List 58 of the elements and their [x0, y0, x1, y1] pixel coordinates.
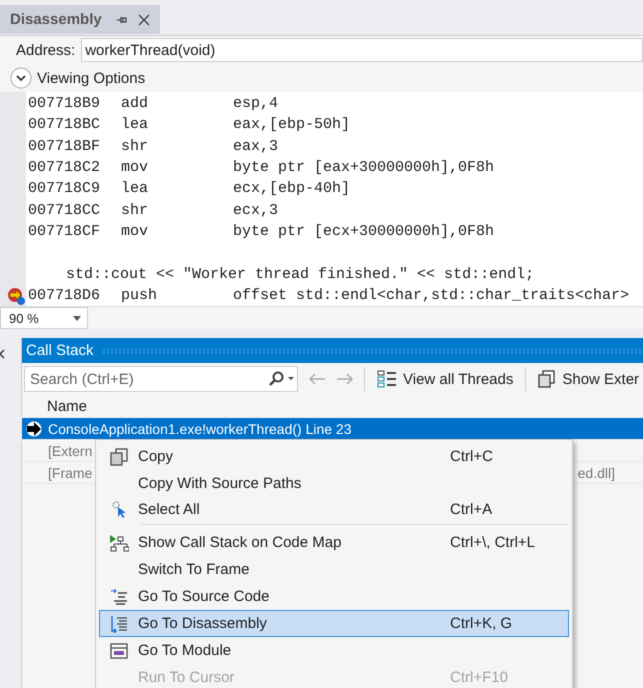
toolbar-button[interactable]: View all Threads [375, 370, 516, 388]
viewing-options-label[interactable]: Viewing Options [37, 70, 146, 86]
instruction-mnemonic: push [121, 286, 158, 304]
instruction-address: 007718CC [28, 202, 102, 219]
menu-item[interactable]: Go To Source Code [99, 583, 569, 610]
instruction-operands: byte ptr [ecx+30000000h],0F8h [233, 222, 494, 240]
chevron-icon[interactable] [10, 67, 32, 89]
instruction-mnemonic: mov [121, 159, 150, 176]
menu-item[interactable]: Copy With Source Paths [99, 470, 569, 497]
source-code-line: std::cout << "Worker thread finished." << std::endl; [65, 266, 534, 283]
instruction-operands: esp,4 [233, 95, 278, 112]
instruction-operands: byte ptr [eax+30000000h],0F8h [233, 159, 494, 176]
code-map-icon [109, 534, 129, 552]
menu-item[interactable]: Copy Ctrl+C [99, 443, 569, 470]
menu-item[interactable]: Show Call Stack on Code Map Ctrl+\, Ctrl+L [99, 529, 569, 556]
instruction-address: 007718C9 [28, 180, 102, 198]
instruction-operands: eax,[ebp-50h] [233, 116, 350, 134]
panel-title: Call Stack [26, 342, 94, 359]
menu-item[interactable]: Go To Disassembly Ctrl+K, G [99, 610, 569, 637]
caret-icon [73, 316, 81, 320]
instruction-operands: offset std::endl<char,std::char_traits<char> [233, 286, 630, 304]
search-icon[interactable] [268, 371, 294, 387]
menu-item[interactable]: Switch To Frame [99, 556, 569, 583]
breakpoint-arrow-icon [6, 286, 26, 306]
instruction-operands: eax,3 [233, 138, 278, 155]
cursor-icon [111, 500, 127, 518]
instruction-mnemonic: mov [121, 222, 150, 240]
instruction-mnemonic: add [121, 95, 150, 112]
instruction-mnemonic: shr [121, 138, 150, 155]
call-stack-row[interactable]: ConsoleApplication1.exe!workerThread() Line 23 [22, 418, 643, 440]
menu-item[interactable]: Go To Module [99, 637, 569, 664]
column-header[interactable]: Name [47, 398, 88, 414]
instruction-address: 007718D6 [28, 286, 102, 304]
close-icon[interactable] [0, 349, 6, 359]
module-icon [110, 642, 128, 658]
copy-icon [538, 370, 556, 388]
instruction-mnemonic: lea [121, 116, 150, 134]
instruction-mnemonic: shr [121, 202, 150, 219]
disassembly-icon [110, 614, 128, 632]
address-field[interactable]: workerThread(void) [81, 38, 643, 62]
indented-lines-icon [110, 588, 128, 604]
instruction-address: 007718C2 [28, 159, 102, 176]
instruction-address: 007718B9 [28, 95, 102, 112]
close-icon[interactable] [138, 14, 150, 26]
toolbar-button[interactable]: Show Exter [536, 370, 642, 388]
instruction-address: 007718BC [28, 116, 102, 134]
instruction-operands: ecx,3 [233, 202, 278, 219]
instruction-address: 007718BF [28, 138, 102, 155]
instruction-operands: ecx,[ebp-40h] [233, 180, 350, 198]
search-field[interactable]: Search (Ctrl+E) [24, 366, 298, 392]
address-label: Address: [16, 42, 76, 58]
instruction-mnemonic: lea [121, 180, 150, 198]
document-tab[interactable]: Disassembly [0, 5, 160, 34]
instruction-address: 007718CF [28, 222, 102, 240]
threads-icon [377, 370, 397, 388]
menu-item[interactable]: Select All Ctrl+A [99, 497, 569, 529]
zoom-dropdown[interactable]: 90 % [0, 307, 88, 329]
copy-icon [110, 448, 128, 466]
